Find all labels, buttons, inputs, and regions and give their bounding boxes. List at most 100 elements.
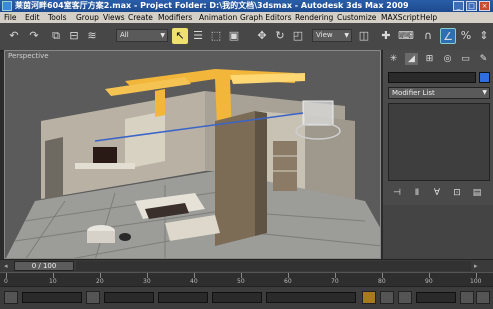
- spinner-snap-icon[interactable]: ⇕: [476, 28, 492, 44]
- maximize-button[interactable]: □: [466, 1, 477, 11]
- manipulate-icon[interactable]: ✚: [378, 28, 394, 44]
- chevron-down-icon: ▼: [344, 32, 349, 39]
- snap-icon[interactable]: ∩: [420, 28, 436, 44]
- angle-snap-icon[interactable]: ∠: [440, 28, 456, 44]
- menu-views[interactable]: Views: [103, 12, 125, 23]
- window-title: 莱茵河畔604室客厅方案2.max - Project Folder: D:\我…: [15, 1, 409, 10]
- stack-toolbar: ⊣ Ⅱ ∀ ⊡ ▤: [388, 187, 490, 201]
- status-prompt-field: [22, 292, 82, 303]
- scene-render: [5, 51, 380, 258]
- play-button[interactable]: [398, 291, 412, 304]
- menu-create[interactable]: Create: [128, 12, 153, 23]
- ruler-label: 100: [470, 278, 482, 285]
- menu-customize[interactable]: Customize: [337, 12, 376, 23]
- rectangular-region-icon[interactable]: ⬚: [208, 28, 224, 44]
- parameters-rollout: [383, 205, 493, 259]
- hierarchy-tab-icon[interactable]: ⊞: [423, 53, 436, 65]
- menu-graph-editors[interactable]: Graph Editors: [240, 12, 292, 23]
- status-bar: [0, 286, 493, 309]
- menu-bar: File Edit Tools Group Views Create Modif…: [0, 12, 493, 23]
- window-crossing-icon[interactable]: ▣: [226, 28, 242, 44]
- reference-coord-dropdown[interactable]: View ▼: [312, 29, 352, 42]
- modifier-list-dropdown[interactable]: Modifier List ▼: [388, 87, 490, 99]
- y-coordinate-field[interactable]: [158, 292, 208, 303]
- create-tab-icon[interactable]: ✳: [387, 53, 400, 65]
- bind-space-warp-icon[interactable]: ≋: [84, 28, 100, 44]
- menu-group[interactable]: Group: [76, 12, 99, 23]
- zoom-button[interactable]: [460, 291, 474, 304]
- configure-modifier-sets-icon[interactable]: ▤: [470, 187, 484, 199]
- undo-icon[interactable]: ↶: [6, 28, 22, 44]
- grid-info-field: [266, 292, 356, 303]
- pivot-icon[interactable]: ◫: [356, 28, 372, 44]
- select-object-icon[interactable]: ↖: [172, 28, 188, 44]
- orbit-button[interactable]: [476, 291, 490, 304]
- ruler-label: 40: [190, 278, 198, 285]
- make-unique-icon[interactable]: ∀: [430, 187, 444, 199]
- ruler-label: 0: [4, 278, 8, 285]
- command-panel: ✳ ◢ ⊞ ◎ ▭ ✎ Modifier List ▼ ⊣ Ⅱ ∀ ⊡ ▤: [383, 50, 493, 259]
- redo-icon[interactable]: ↷: [26, 28, 42, 44]
- chevron-down-icon: ▼: [160, 32, 165, 39]
- chevron-down-icon: ▼: [482, 89, 487, 96]
- reference-coord-value: View: [316, 31, 333, 39]
- ruler-label: 90: [425, 278, 433, 285]
- object-color-swatch[interactable]: [479, 72, 490, 83]
- ruler-label: 30: [143, 278, 151, 285]
- z-coordinate-field[interactable]: [212, 292, 262, 303]
- rotate-icon[interactable]: ↻: [272, 28, 288, 44]
- ruler-label: 50: [237, 278, 245, 285]
- auto-key-button[interactable]: [362, 291, 376, 304]
- menu-help[interactable]: Help: [420, 12, 437, 23]
- time-slider: ◂ 0 / 100 ▸: [0, 259, 493, 273]
- time-slider-thumb[interactable]: 0 / 100: [14, 261, 74, 271]
- ruler-label: 60: [284, 278, 292, 285]
- keyboard-shortcut-icon[interactable]: ⌨: [398, 28, 414, 44]
- time-slider-track[interactable]: [76, 261, 471, 271]
- menu-maxscript[interactable]: MAXScript: [381, 12, 420, 23]
- viewport-label[interactable]: Perspective: [8, 52, 49, 60]
- scale-icon[interactable]: ◰: [290, 28, 306, 44]
- menu-modifiers[interactable]: Modifiers: [158, 12, 192, 23]
- selection-filter-dropdown[interactable]: All ▼: [116, 29, 168, 42]
- percent-snap-icon[interactable]: %: [458, 28, 474, 44]
- show-end-result-icon[interactable]: Ⅱ: [410, 187, 424, 199]
- current-frame-field[interactable]: [416, 292, 456, 303]
- pin-stack-icon[interactable]: ⊣: [390, 187, 404, 199]
- ruler-label: 20: [96, 278, 104, 285]
- utilities-tab-icon[interactable]: ✎: [477, 53, 490, 65]
- app-icon[interactable]: [2, 1, 12, 11]
- menu-rendering[interactable]: Rendering: [295, 12, 333, 23]
- x-coordinate-field[interactable]: [104, 292, 154, 303]
- menu-file[interactable]: File: [4, 12, 17, 23]
- modifier-stack[interactable]: [388, 103, 490, 181]
- modify-tab-icon[interactable]: ◢: [405, 53, 418, 65]
- minimize-button[interactable]: _: [453, 1, 464, 11]
- ruler-label: 80: [378, 278, 386, 285]
- select-link-icon[interactable]: ⧉: [48, 28, 64, 44]
- menu-tools[interactable]: Tools: [48, 12, 66, 23]
- ruler-label: 10: [49, 278, 57, 285]
- menu-edit[interactable]: Edit: [25, 12, 40, 23]
- remove-modifier-icon[interactable]: ⊡: [450, 187, 464, 199]
- time-slider-next-icon[interactable]: ▸: [474, 262, 484, 270]
- perspective-viewport[interactable]: Perspective: [4, 50, 381, 259]
- main-toolbar: ↶ ↷ ⧉ ⊟ ≋ All ▼ ↖ ☰ ⬚ ▣ ✥ ↻ ◰ View ▼ ◫ ✚…: [0, 23, 493, 51]
- object-name-field[interactable]: [388, 72, 476, 83]
- display-tab-icon[interactable]: ▭: [459, 53, 472, 65]
- set-key-button[interactable]: [380, 291, 394, 304]
- close-button[interactable]: ×: [479, 1, 490, 11]
- track-bar[interactable]: 0 10 20 30 40 50 60 70 80 90 100: [0, 272, 493, 287]
- unlink-icon[interactable]: ⊟: [66, 28, 82, 44]
- motion-tab-icon[interactable]: ◎: [441, 53, 454, 65]
- move-icon[interactable]: ✥: [254, 28, 270, 44]
- menu-animation[interactable]: Animation: [199, 12, 237, 23]
- title-bar: 莱茵河畔604室客厅方案2.max - Project Folder: D:\我…: [0, 0, 493, 12]
- selection-filter-value: All: [120, 31, 129, 39]
- modifier-list-label: Modifier List: [392, 89, 435, 97]
- ruler-label: 70: [331, 278, 339, 285]
- select-by-name-icon[interactable]: ☰: [190, 28, 206, 44]
- lock-selection-button[interactable]: [86, 291, 100, 304]
- maxscript-listener-button[interactable]: [4, 291, 18, 304]
- time-slider-prev-icon[interactable]: ◂: [4, 262, 12, 270]
